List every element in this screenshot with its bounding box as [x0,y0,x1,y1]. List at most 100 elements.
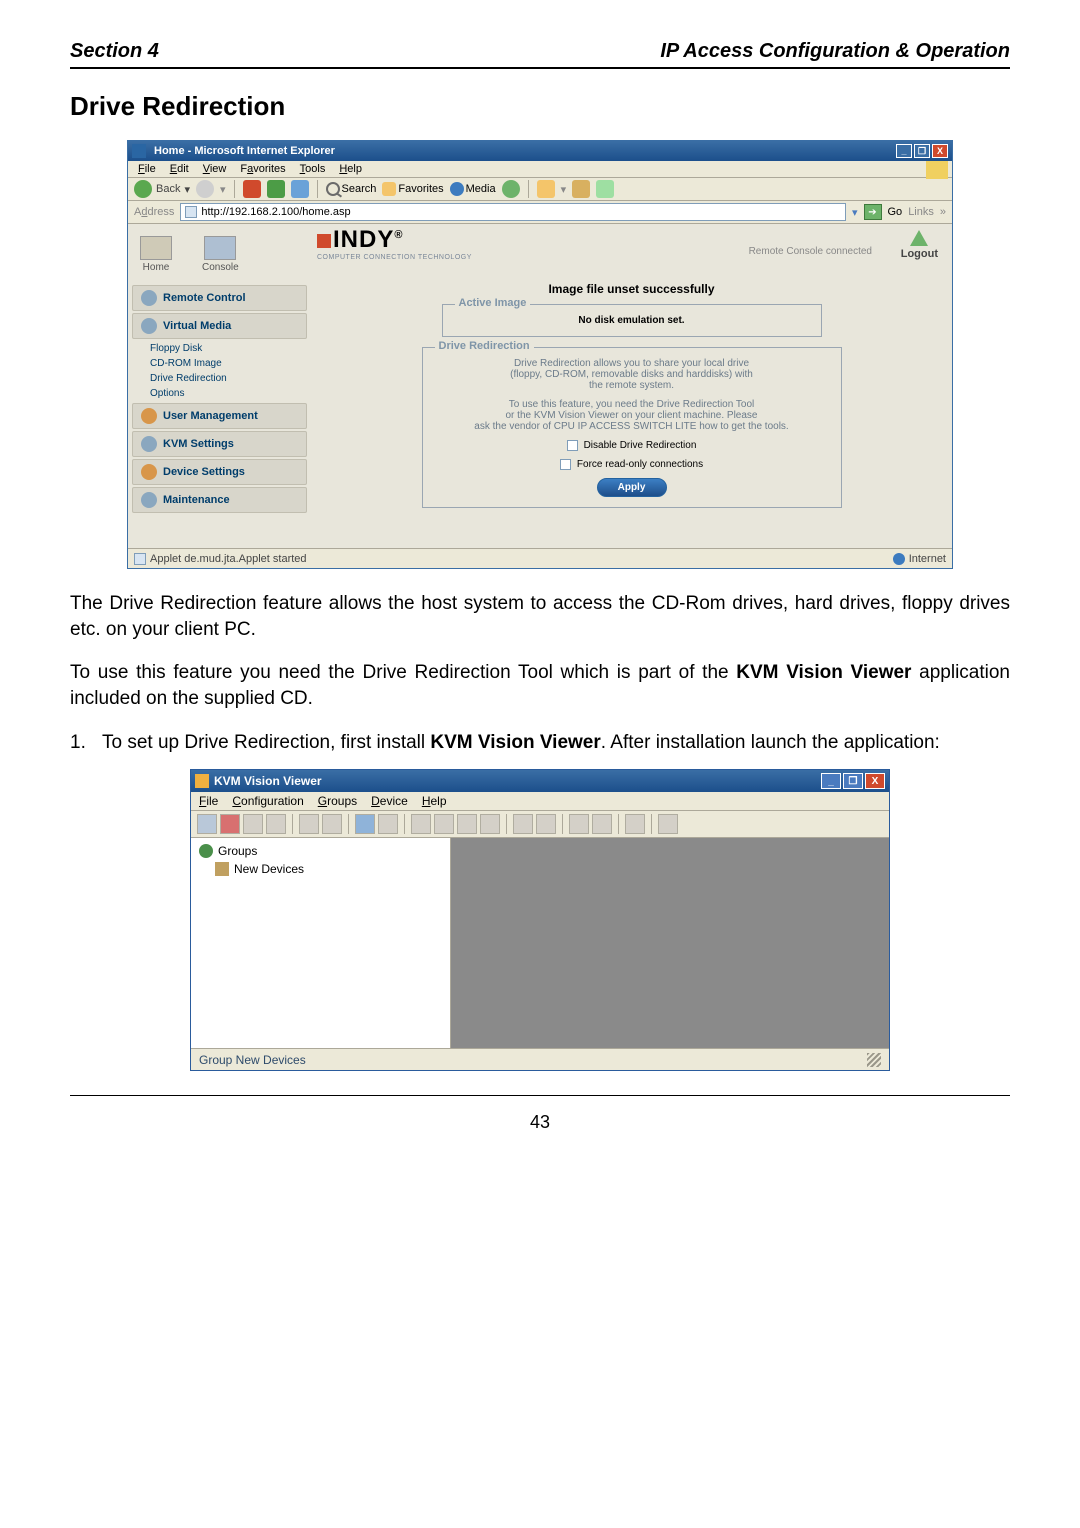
address-label: Address [134,206,174,218]
address-dropdown-icon[interactable]: ▾ [852,206,858,219]
ie-main: INDY® COMPUTER CONNECTION TECHNOLOGY Rem… [311,224,952,548]
logout-icon [910,230,928,246]
links-label[interactable]: Links [908,206,934,218]
links-chevron-icon: » [940,206,946,218]
kvm-tb-icon-17[interactable] [625,814,645,834]
menu-file[interactable]: FFileile [138,163,156,175]
menu-edit[interactable]: Edit [170,163,189,175]
tree-groups[interactable]: Groups [199,844,442,858]
nav-floppy-disk[interactable]: Floppy Disk [128,341,311,356]
nav-kvm-settings[interactable]: KVM Settings [132,431,307,457]
nav-virtual-media[interactable]: Virtual Media [132,313,307,339]
menu-view[interactable]: View [203,163,227,175]
console-link[interactable]: Console [202,236,239,273]
disable-drive-redirection-checkbox[interactable] [567,440,578,451]
kvm-titlebar[interactable]: KVM Vision Viewer _ ❐ X [191,770,889,792]
history-button[interactable] [502,180,520,198]
header-right: IP Access Configuration & Operation [660,40,1010,63]
menu-groups[interactable]: Groups [318,794,357,808]
kvm-tb-icon-2[interactable] [220,814,240,834]
nav-maintenance[interactable]: Maintenance [132,487,307,513]
home-link[interactable]: Home [140,236,172,273]
discuss-button[interactable] [596,180,614,198]
active-image-box: Active Image No disk emulation set. [442,304,822,337]
kvm-tb-icon-18[interactable] [658,814,678,834]
back-button[interactable]: Back ▾ [134,180,190,198]
menu-help[interactable]: Help [422,794,447,808]
kvm-status-bar: Group New Devices [191,1048,889,1070]
kvm-menubar: File Configuration Groups Device Help [191,792,889,810]
chevron-down-icon: ▾ [184,183,190,196]
page-icon [185,206,197,218]
status-left: Applet de.mud.jta.Applet started [150,553,307,565]
refresh-button[interactable] [267,180,285,198]
folder-button[interactable] [537,180,555,198]
kvm-tb-icon-6[interactable] [322,814,342,834]
home-button[interactable] [291,180,309,198]
search-button[interactable]: Search [326,182,377,196]
nav-remote-control[interactable]: Remote Control [132,285,307,311]
ie-titlebar[interactable]: Home - Microsoft Internet Explorer _ ❐ X [128,141,952,161]
nav-user-management[interactable]: User Management [132,403,307,429]
go-button[interactable]: ➔ [864,204,882,220]
nav-options[interactable]: Options [128,386,311,401]
force-readonly-label: Force read-only connections [577,459,703,470]
kvm-tb-icon-15[interactable] [569,814,589,834]
kvm-tb-icon-11[interactable] [457,814,477,834]
disable-drive-redirection-label: Disable Drive Redirection [584,440,697,451]
maintenance-icon [141,492,157,508]
kvm-tb-icon-12[interactable] [480,814,500,834]
apply-button[interactable]: Apply [597,478,667,497]
resize-grip-icon[interactable] [867,1053,881,1067]
nav-drive-redirection[interactable]: Drive Redirection [128,371,311,386]
step-1: 1. To set up Drive Redirection, first in… [70,730,1010,756]
kvm-tb-icon-16[interactable] [592,814,612,834]
minimize-button[interactable]: _ [896,144,912,158]
menu-favorites[interactable]: Favorites [240,163,285,175]
close-button[interactable]: X [865,773,885,789]
nav-cdrom-image[interactable]: CD-ROM Image [128,356,311,371]
kvm-tb-icon-14[interactable] [536,814,556,834]
toolbar-sep [404,814,405,834]
kvm-tb-icon-5[interactable] [299,814,319,834]
toolbar-sep [528,180,529,198]
menu-configuration[interactable]: Configuration [232,794,303,808]
close-button[interactable]: X [932,144,948,158]
menu-device[interactable]: Device [371,794,408,808]
status-right: Internet [909,553,946,565]
header-left: Section 4 [70,40,159,63]
mail-button[interactable] [572,180,590,198]
kvm-tb-icon-10[interactable] [434,814,454,834]
kvm-tb-icon-3[interactable] [243,814,263,834]
force-readonly-checkbox[interactable] [560,459,571,470]
maximize-button[interactable]: ❐ [843,773,863,789]
dr-desc: or the KVM Vision Viewer on your client … [435,410,829,421]
kvm-tb-icon-9[interactable] [411,814,431,834]
kvm-tree[interactable]: Groups New Devices [191,838,451,1048]
kvm-tb-icon-7[interactable] [355,814,375,834]
minimize-button[interactable]: _ [821,773,841,789]
favorites-button[interactable]: Favorites [382,182,443,196]
kvm-tb-icon-8[interactable] [378,814,398,834]
menu-help[interactable]: Help [339,163,362,175]
ie-window-title: Home - Microsoft Internet Explorer [150,145,896,157]
forward-button[interactable] [196,180,214,198]
ie-menubar: FFileile Edit View Favorites Tools Help [128,161,952,177]
tree-new-devices[interactable]: New Devices [215,862,442,876]
menu-file[interactable]: File [199,794,218,808]
stop-button[interactable] [243,180,261,198]
footer-rule [70,1095,1010,1096]
kvm-tb-icon-13[interactable] [513,814,533,834]
device-settings-icon [141,464,157,480]
logout-button[interactable]: Logout [901,230,938,260]
virtual-media-icon [141,318,157,334]
media-button[interactable]: Media [450,182,496,196]
menu-tools[interactable]: Tools [300,163,326,175]
kvm-tb-icon-4[interactable] [266,814,286,834]
toolbar-sep [651,814,652,834]
address-input[interactable]: http://192.168.2.100/home.asp [180,203,846,221]
header-rule [70,67,1010,69]
kvm-tb-icon-1[interactable] [197,814,217,834]
nav-device-settings[interactable]: Device Settings [132,459,307,485]
maximize-button[interactable]: ❐ [914,144,930,158]
